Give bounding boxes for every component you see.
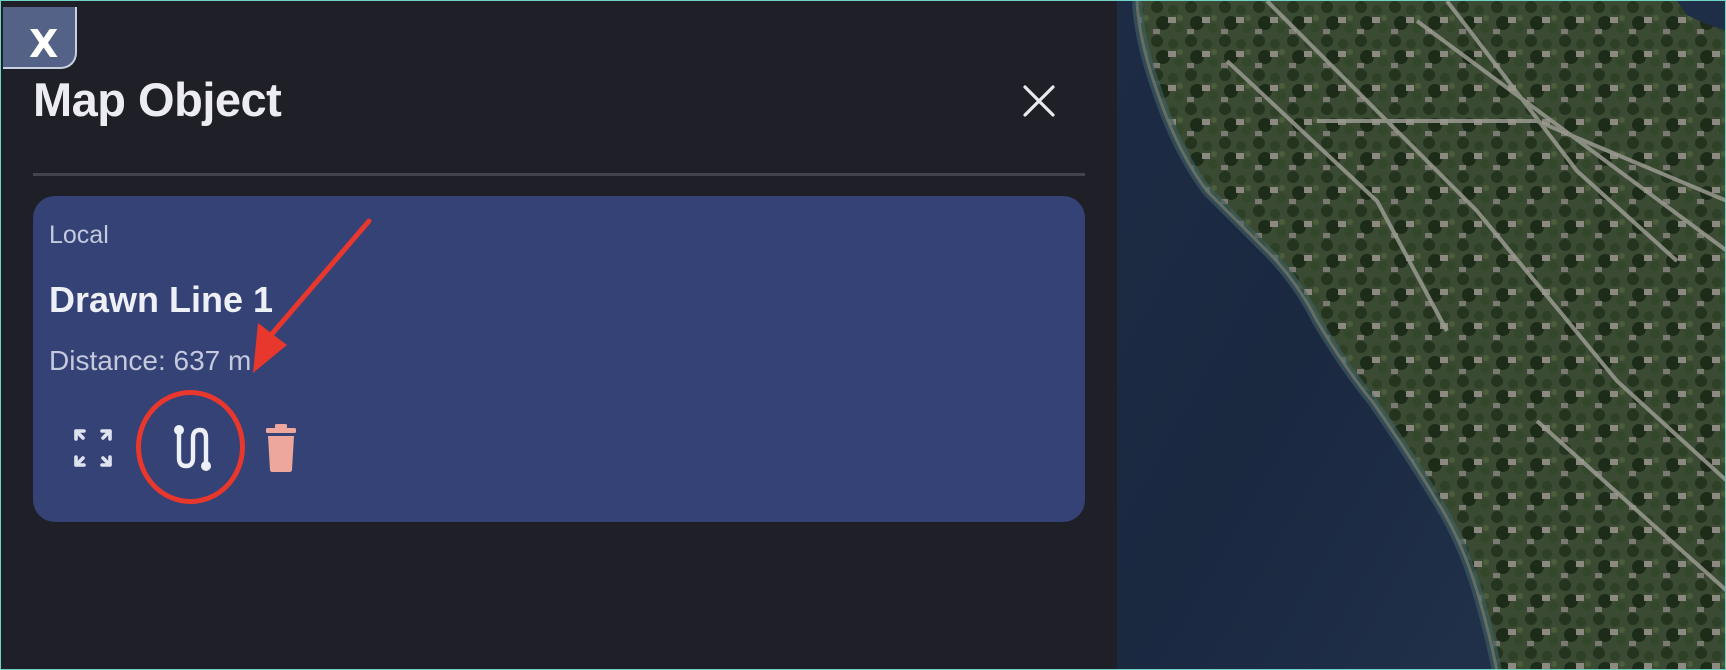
satellite-imagery bbox=[1117, 1, 1725, 669]
object-name: Drawn Line 1 bbox=[49, 279, 274, 320]
panel-divider bbox=[33, 173, 1085, 176]
zoom-to-object-button[interactable] bbox=[61, 416, 125, 480]
corner-close-tab[interactable]: X bbox=[3, 7, 77, 69]
map-object-panel: X Map Object Local Drawn Line 1 Distance… bbox=[1, 1, 1117, 669]
object-source-label: Local bbox=[49, 221, 109, 249]
panel-close-button[interactable] bbox=[1009, 75, 1069, 127]
object-distance: Distance: 637 m bbox=[49, 345, 252, 376]
satellite-map[interactable] bbox=[1117, 1, 1725, 669]
trash-icon bbox=[266, 424, 296, 472]
panel-title: Map Object bbox=[33, 73, 282, 126]
app-frame: X Map Object Local Drawn Line 1 Distance… bbox=[0, 0, 1726, 670]
close-icon bbox=[1023, 85, 1055, 117]
fullscreen-expand-icon bbox=[74, 429, 112, 467]
highlight-circle bbox=[136, 390, 245, 504]
delete-object-button[interactable] bbox=[249, 416, 313, 480]
